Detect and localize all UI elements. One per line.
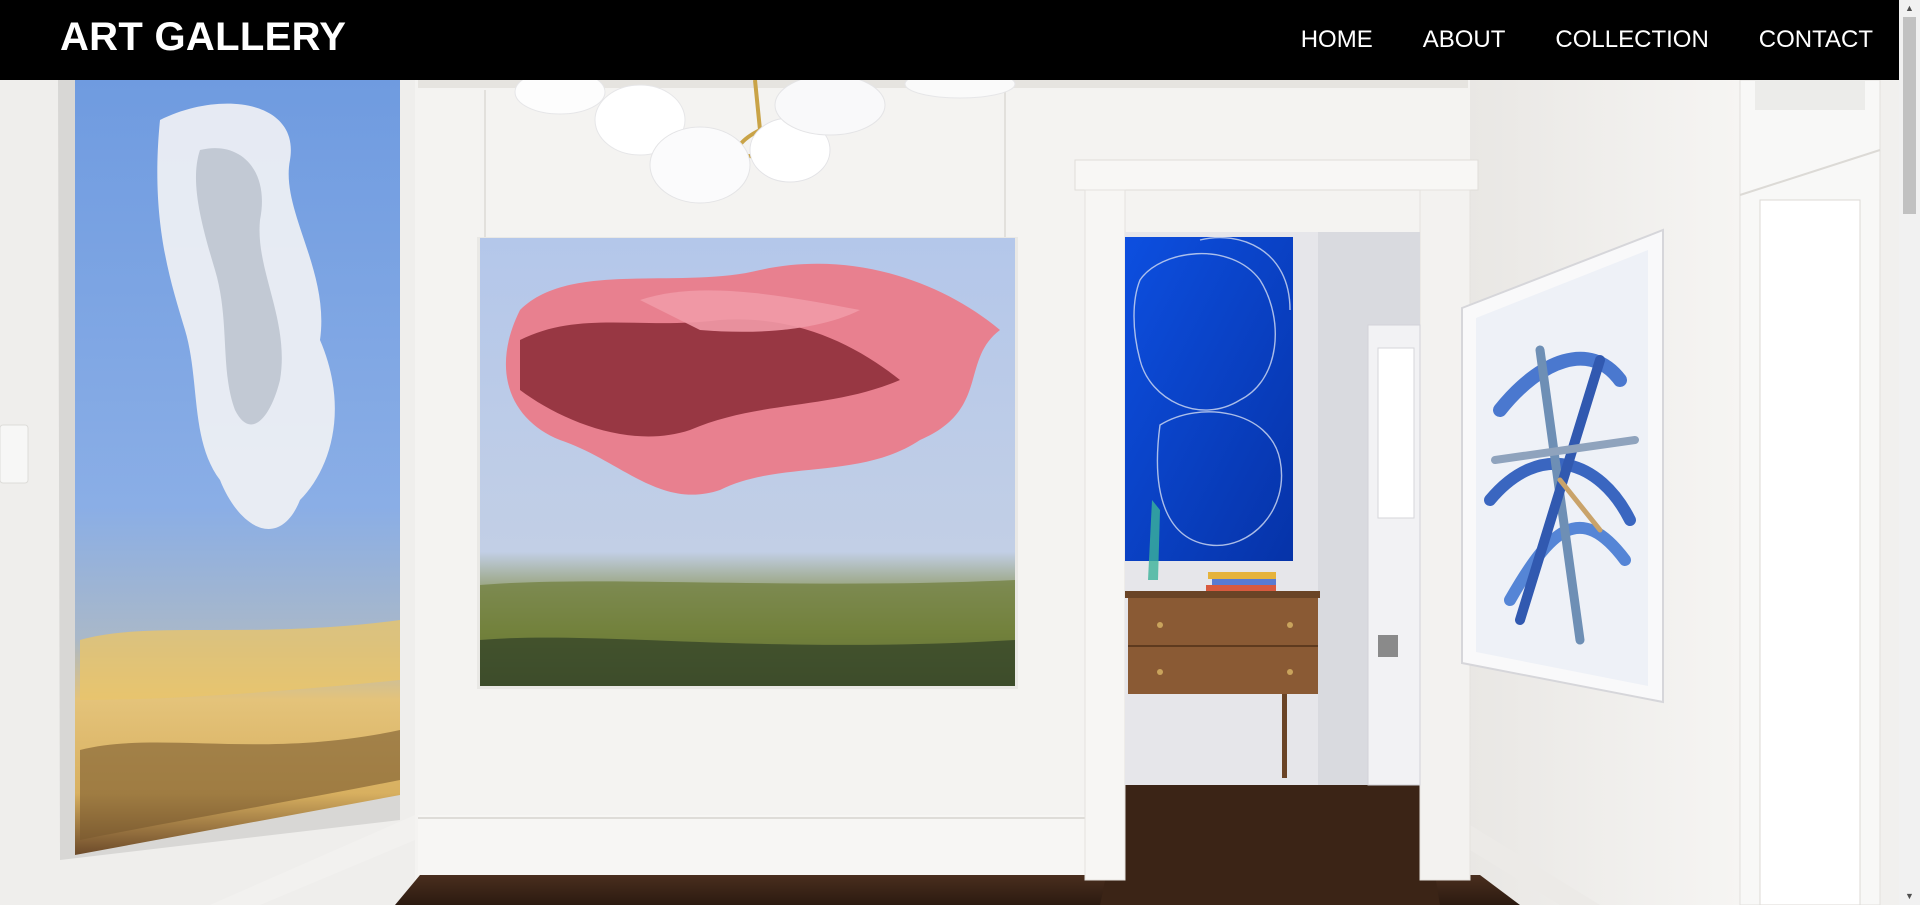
- nav-collection-link[interactable]: COLLECTION: [1555, 24, 1708, 56]
- nav-home-link[interactable]: HOME: [1301, 24, 1373, 56]
- main-nav: HOME ABOUT COLLECTION CONTACT: [1301, 24, 1873, 56]
- nav-contact-link[interactable]: CONTACT: [1759, 24, 1873, 56]
- site-logo[interactable]: ART GALLERY: [60, 13, 346, 61]
- arrow-up-icon[interactable]: ▲: [1899, 0, 1920, 17]
- hero-image: [0, 80, 1899, 905]
- nav-about-link[interactable]: ABOUT: [1423, 24, 1506, 56]
- arrow-down-icon[interactable]: ▼: [1899, 888, 1920, 905]
- vertical-scrollbar[interactable]: ▲ ▼: [1899, 0, 1920, 905]
- scrollbar-thumb[interactable]: [1903, 17, 1916, 214]
- site-header: ART GALLERY HOME ABOUT COLLECTION CONTAC…: [0, 0, 1899, 80]
